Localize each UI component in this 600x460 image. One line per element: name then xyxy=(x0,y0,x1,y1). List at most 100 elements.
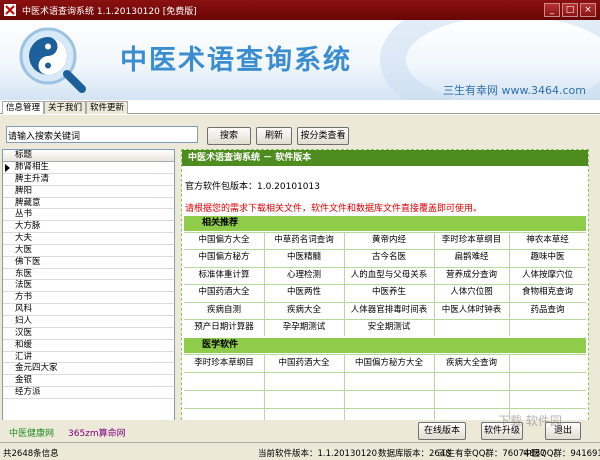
link-cell xyxy=(434,319,509,336)
status-bar: 共2648条信息 当前软件版本：1.1.20130120 数据库版本：2648 … xyxy=(0,442,600,460)
grid-line xyxy=(184,372,586,373)
list-item[interactable]: 和缓 xyxy=(3,340,174,352)
software-version-panel: 中医术语查询系统 － 软件版本 官方软件包版本：1.0.20101013 请根据… xyxy=(181,149,589,435)
app-title: 中医术语查询系统 xyxy=(120,45,352,76)
tab-about-us[interactable]: 关于我们 xyxy=(44,101,87,114)
current-row-arrow-icon xyxy=(5,164,10,172)
grid-line xyxy=(509,232,510,337)
tab-software-update[interactable]: 软件更新 xyxy=(86,101,129,114)
maximize-button[interactable]: □ xyxy=(562,3,578,17)
link-cell[interactable]: 扁鹊难经 xyxy=(434,249,509,266)
minimize-button[interactable]: _ xyxy=(544,3,560,17)
version-line: 官方软件包版本：1.0.20101013 xyxy=(185,182,320,192)
link-cell[interactable]: 药品查询 xyxy=(509,302,586,319)
grid-line xyxy=(264,354,265,426)
list-item[interactable]: 金元四大家 xyxy=(3,363,174,376)
link-cell[interactable]: 中国药酒大全 xyxy=(184,284,264,301)
record-count: 共2648条信息 xyxy=(3,449,59,459)
fortune-site-link[interactable]: 365zm算命网 xyxy=(68,426,126,439)
list-item[interactable]: 大方脉 xyxy=(3,221,174,234)
software-version-status: 当前软件版本：1.1.20130120 xyxy=(258,449,377,459)
link-cell[interactable]: 心理检测 xyxy=(264,267,344,284)
link-cell[interactable]: 人体器官排毒时间表 xyxy=(344,302,434,319)
list-header: 标题 xyxy=(3,150,174,162)
link-cell[interactable]: 中医两性 xyxy=(264,284,344,301)
link-cell xyxy=(509,354,586,372)
close-button[interactable]: × xyxy=(580,3,596,17)
main-panel: 请输入搜索关键词 搜索 刷新 按分类查看 标题 肺肾相生 脾主升清 脾阳 脾藏意 丛书大… xyxy=(0,114,600,442)
list-item[interactable]: 脾藏意 xyxy=(3,198,174,210)
link-cell[interactable]: 标准体重计算 xyxy=(184,267,264,284)
tab-strip: 信息管理 关于我们 软件更新 xyxy=(0,101,600,114)
link-cell[interactable]: 黄帝内经 xyxy=(344,232,434,249)
search-placeholder: 请输入搜索关键词 xyxy=(8,132,81,142)
grid-line xyxy=(434,232,435,337)
section-medical-software: 医学软件 xyxy=(184,338,586,353)
link-cell[interactable]: 中草药名词查询 xyxy=(264,232,344,249)
link-cell xyxy=(509,319,586,336)
grid-line xyxy=(184,408,586,409)
link-cell[interactable]: 安全期测试 xyxy=(344,319,434,336)
link-cell[interactable]: 人的血型与父母关系 xyxy=(344,267,434,284)
category-view-button[interactable]: 按分类查看 xyxy=(297,127,349,145)
link-cell[interactable]: 食物相克查询 xyxy=(509,284,586,301)
list-item[interactable]: 脾主升清 xyxy=(3,174,174,186)
window-title: 中医术语查询系统 1.1.20130120 [免费版] xyxy=(22,7,197,17)
list-item[interactable]: 脾阳 xyxy=(3,186,174,198)
list-item[interactable]: 东医 xyxy=(3,269,174,281)
grid-line xyxy=(184,390,586,391)
link-cell[interactable]: 中国药酒大全 xyxy=(264,354,344,372)
app-icon xyxy=(4,4,16,16)
link-cell[interactable]: 中国偏方秘方大全 xyxy=(344,354,434,372)
banner-site-text: 三生有幸网 www.3464.com xyxy=(443,84,586,97)
link-cell[interactable]: 李时珍本草纲目 xyxy=(434,232,509,249)
grid-line xyxy=(344,354,345,426)
list-item[interactable]: 经方派 xyxy=(3,387,174,399)
link-cell[interactable]: 古今名医 xyxy=(344,249,434,266)
notice-line: 请根据您的需求下载相关文件，软件文件和数据库文件直接覆盖即可使用。 xyxy=(185,204,483,214)
app-banner: 中医术语查询系统 三生有幸网 www.3464.com xyxy=(0,20,600,100)
watermark-text: 下载 软件园 xyxy=(498,414,562,428)
panel-title: 中医术语查询系统 － 软件版本 xyxy=(182,150,588,166)
list-item[interactable]: 汇讲 xyxy=(3,352,174,364)
list-item[interactable]: 汉医 xyxy=(3,328,174,340)
qq-group-2: 中医QQ群：94169199 xyxy=(523,449,600,459)
list-item[interactable]: 金银 xyxy=(3,375,174,388)
link-cell[interactable]: 人体按摩穴位 xyxy=(509,267,586,284)
list-item[interactable]: 大夫 xyxy=(3,233,174,245)
grid-line xyxy=(264,232,265,337)
link-cell[interactable]: 中国偏方秘方 xyxy=(184,249,264,266)
link-cell[interactable]: 李时珍本草纲目 xyxy=(184,354,264,372)
grid-line xyxy=(344,232,345,337)
link-cell[interactable]: 疾病自测 xyxy=(184,302,264,319)
link-cell[interactable]: 疾病大全 xyxy=(264,302,344,319)
tab-info-management[interactable]: 信息管理 xyxy=(2,101,45,114)
list-item[interactable]: 方书 xyxy=(3,292,174,305)
list-item[interactable]: 大医 xyxy=(3,245,174,257)
search-button[interactable]: 搜索 xyxy=(207,127,251,145)
list-item[interactable]: 丛书 xyxy=(3,209,174,222)
recommended-grid: 中国偏方大全 中草药名词查询 黄帝内经 李时珍本草纲目 神农本草经中国偏方秘方 中医精髓古… xyxy=(184,232,586,337)
link-cell[interactable]: 中国偏方大全 xyxy=(184,232,264,249)
health-site-link[interactable]: 中医健康网 xyxy=(9,426,54,439)
list-item[interactable]: 法医 xyxy=(3,280,174,293)
link-cell[interactable]: 中医精髓 xyxy=(264,249,344,266)
link-cell[interactable]: 趣味中医 xyxy=(509,249,586,266)
term-list[interactable]: 标题 肺肾相生 脾主升清 脾阳 脾藏意 丛书 大方脉 大夫 大医 佛下医 东医 法医 方书 风科 妇人 汉医… xyxy=(2,149,175,435)
link-cell[interactable]: 疾病大全查询 xyxy=(434,354,509,372)
link-cell[interactable]: 中医养生 xyxy=(344,284,434,301)
link-cell[interactable]: 预产日期计算器 xyxy=(184,319,264,336)
yin-yang-magnifier-icon xyxy=(19,27,86,93)
link-cell[interactable]: 中医人体时钟表 xyxy=(434,302,509,319)
list-item[interactable]: 风科 xyxy=(3,304,174,316)
link-cell[interactable]: 营养成分查询 xyxy=(434,267,509,284)
link-cell[interactable]: 孕孕期测试 xyxy=(264,319,344,336)
grid-line xyxy=(434,354,435,426)
list-item[interactable]: 妇人 xyxy=(3,316,174,328)
list-item[interactable]: 肺肾相生 xyxy=(3,162,174,174)
link-cell[interactable]: 人体穴位图 xyxy=(434,284,509,301)
refresh-button[interactable]: 刷新 xyxy=(256,127,292,145)
list-item[interactable]: 佛下医 xyxy=(3,257,174,269)
link-cell[interactable]: 神农本草经 xyxy=(509,232,586,249)
online-version-button[interactable]: 在线版本 xyxy=(418,422,466,440)
